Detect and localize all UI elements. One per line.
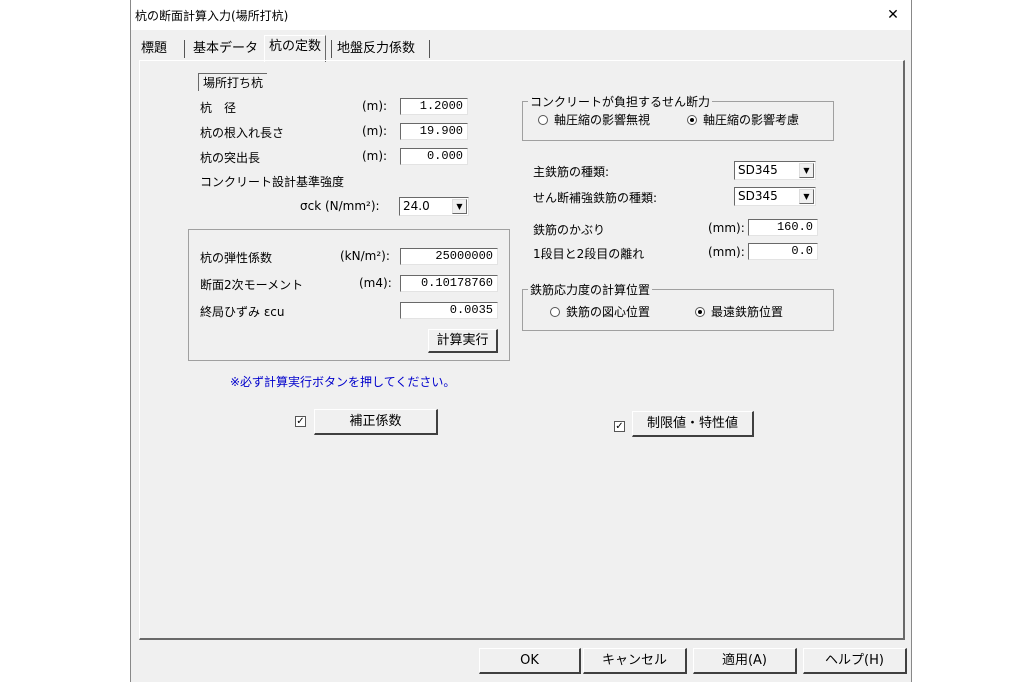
diameter-field[interactable]: 1.2000 bbox=[400, 98, 468, 115]
ultimate-strain-field[interactable]: 0.0035 bbox=[400, 302, 498, 319]
calculate-button[interactable]: 計算実行 bbox=[428, 329, 498, 353]
inertia-label: 断面2次モーメント bbox=[200, 278, 304, 292]
close-icon: ✕ bbox=[887, 7, 899, 23]
tab-panel: 場所打ち杭 杭 径 (m): 1.2000 杭の根入れ長さ (m): 19.90… bbox=[139, 60, 905, 640]
cancel-button[interactable]: キャンセル bbox=[583, 648, 687, 674]
embed-length-label: 杭の根入れ長さ bbox=[200, 126, 285, 140]
shear-option-ignore-label: 軸圧縮の影響無視 bbox=[554, 113, 651, 127]
diameter-label: 杭 径 bbox=[200, 101, 237, 115]
inertia-unit: (m4): bbox=[359, 276, 392, 290]
layer-spacing-unit: (mm): bbox=[708, 245, 745, 259]
main-rebar-select[interactable]: SD345 ▼ bbox=[734, 161, 816, 180]
tab-subgrade-reaction[interactable]: 地盤反力係数 bbox=[333, 38, 419, 60]
protrusion-field[interactable]: 0.000 bbox=[400, 148, 468, 165]
protrusion-label: 杭の突出長 bbox=[200, 151, 261, 165]
shear-option-ignore-radio[interactable] bbox=[538, 115, 548, 125]
chevron-down-icon[interactable]: ▼ bbox=[799, 189, 814, 204]
concrete-strength-value: 24.0 bbox=[403, 199, 430, 213]
ultimate-strain-label: 終局ひずみ εcu bbox=[200, 305, 285, 319]
shear-option-consider-label: 軸圧縮の影響考慮 bbox=[703, 113, 800, 127]
tab-title[interactable]: 標題 bbox=[137, 38, 171, 60]
elastic-modulus-label: 杭の弾性係数 bbox=[200, 251, 273, 265]
diameter-unit: (m): bbox=[362, 99, 388, 113]
shear-group-title: コンクリートが負担するせん断力 bbox=[528, 93, 713, 110]
cover-label: 鉄筋のかぶり bbox=[533, 223, 606, 237]
limit-checkbox[interactable]: ✓ bbox=[614, 421, 625, 432]
chevron-down-icon[interactable]: ▼ bbox=[452, 199, 467, 214]
shear-rebar-label: せん断補強鉄筋の種類: bbox=[533, 191, 658, 205]
correction-checkbox[interactable]: ✓ bbox=[295, 416, 306, 427]
calculate-note: ※必ず計算実行ボタンを押してください。 bbox=[230, 375, 456, 389]
tab-pile-constants[interactable]: 杭の定数 bbox=[264, 35, 327, 62]
check-icon: ✓ bbox=[296, 416, 305, 427]
help-button[interactable]: ヘルプ(H) bbox=[803, 648, 907, 674]
cover-field[interactable]: 160.0 bbox=[748, 219, 818, 236]
dialog-footer: OK キャンセル 適用(A) ヘルプ(H) bbox=[131, 644, 911, 682]
shear-rebar-value: SD345 bbox=[738, 189, 778, 203]
dialog-window: 杭の断面計算入力(場所打杭) ✕ 標題 基本データ 杭の定数 地盤反力係数 場所… bbox=[130, 0, 912, 682]
concrete-strength-unit: σck (N/mm²): bbox=[300, 199, 380, 213]
tab-separator bbox=[429, 40, 430, 58]
protrusion-unit: (m): bbox=[362, 149, 388, 163]
main-rebar-value: SD345 bbox=[738, 163, 778, 177]
title-bar: 杭の断面計算入力(場所打杭) ✕ bbox=[131, 0, 911, 30]
embed-length-unit: (m): bbox=[362, 124, 388, 138]
stress-group-title: 鉄筋応力度の計算位置 bbox=[528, 281, 653, 298]
window-title: 杭の断面計算入力(場所打杭) bbox=[135, 9, 289, 23]
apply-button[interactable]: 適用(A) bbox=[693, 648, 797, 674]
stress-option-farthest-radio[interactable] bbox=[695, 307, 705, 317]
check-icon: ✓ bbox=[615, 421, 624, 432]
ok-button[interactable]: OK bbox=[479, 648, 581, 674]
main-rebar-label: 主鉄筋の種類: bbox=[533, 165, 610, 179]
elastic-modulus-field[interactable]: 25000000 bbox=[400, 248, 498, 265]
layer-spacing-field[interactable]: 0.0 bbox=[748, 243, 818, 260]
chevron-down-icon[interactable]: ▼ bbox=[799, 163, 814, 178]
shear-rebar-select[interactable]: SD345 ▼ bbox=[734, 187, 816, 206]
shear-option-consider-radio[interactable] bbox=[687, 115, 697, 125]
tab-basic-data[interactable]: 基本データ bbox=[189, 38, 262, 60]
concrete-strength-select[interactable]: 24.0 ▼ bbox=[399, 197, 469, 216]
stress-option-farthest-label: 最遠鉄筋位置 bbox=[711, 305, 784, 319]
cover-unit: (mm): bbox=[708, 221, 745, 235]
tab-separator bbox=[184, 40, 185, 58]
tab-separator bbox=[331, 40, 332, 58]
embed-length-field[interactable]: 19.900 bbox=[400, 123, 468, 140]
concrete-strength-label: コンクリート設計基準強度 bbox=[200, 175, 345, 189]
close-button[interactable]: ✕ bbox=[875, 0, 911, 30]
limit-value-button[interactable]: 制限値・特性値 bbox=[632, 411, 754, 437]
elastic-modulus-unit: (kN/m²): bbox=[340, 249, 390, 263]
stress-option-centroid-radio[interactable] bbox=[550, 307, 560, 317]
correction-button[interactable]: 補正係数 bbox=[314, 409, 438, 435]
inertia-field[interactable]: 0.10178760 bbox=[400, 275, 498, 292]
pile-type-label: 場所打ち杭 bbox=[198, 73, 268, 91]
layer-spacing-label: 1段目と2段目の離れ bbox=[533, 247, 645, 261]
stress-option-centroid-label: 鉄筋の図心位置 bbox=[566, 305, 651, 319]
